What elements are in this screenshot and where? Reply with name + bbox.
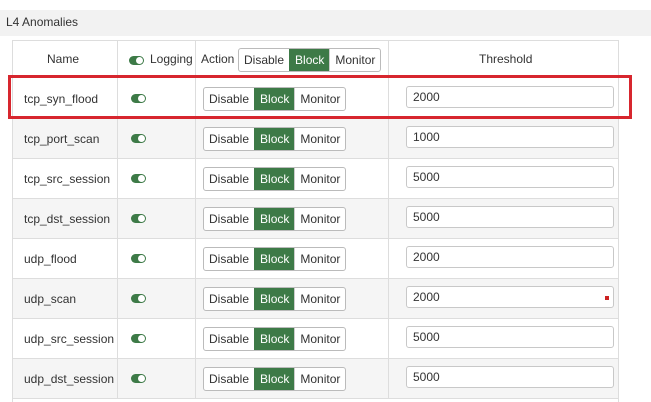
table-header-row: Name Logging Action Disable Block Monito… — [13, 41, 618, 81]
threshold-input[interactable]: 1000 — [406, 126, 614, 148]
action-toggle[interactable]: Disable Block Monitor — [203, 367, 347, 391]
row-name: udp_flood — [24, 252, 77, 266]
logging-toggle[interactable] — [131, 134, 146, 143]
action-block[interactable]: Block — [254, 208, 295, 230]
row-name: tcp_src_session — [24, 172, 111, 186]
table-row: tcp_syn_flood Disable Block Monitor 2000 — [13, 79, 618, 119]
action-all-block[interactable]: Block — [289, 49, 330, 71]
action-disable[interactable]: Disable — [204, 248, 254, 270]
action-disable[interactable]: Disable — [204, 288, 254, 310]
logging-toggle[interactable] — [131, 174, 146, 183]
logging-toggle[interactable] — [131, 294, 146, 303]
action-monitor[interactable]: Monitor — [294, 328, 345, 350]
action-toggle[interactable]: Disable Block Monitor — [203, 207, 347, 231]
threshold-input[interactable]: 2000 — [406, 246, 614, 268]
row-name: udp_dst_session — [24, 372, 115, 386]
action-disable[interactable]: Disable — [204, 328, 254, 350]
logging-toggle-all[interactable] — [129, 56, 144, 65]
action-block[interactable]: Block — [254, 88, 295, 110]
table-row: udp_src_session Disable Block Monitor 50… — [13, 319, 618, 359]
row-name: tcp_syn_flood — [24, 92, 99, 106]
table-row: tcp_src_session Disable Block Monitor 50… — [13, 159, 618, 199]
action-block[interactable]: Block — [254, 168, 295, 190]
threshold-input[interactable]: 5000 — [406, 206, 614, 228]
header-threshold: Threshold — [479, 52, 533, 66]
header-action: Action — [201, 52, 235, 66]
action-block[interactable]: Block — [254, 248, 295, 270]
table-row: udp_dst_session Disable Block Monitor 50… — [13, 359, 618, 399]
threshold-input[interactable]: 5000 — [406, 166, 614, 188]
logging-toggle[interactable] — [131, 94, 146, 103]
table-row: udp_flood Disable Block Monitor 2000 — [13, 239, 618, 279]
action-disable[interactable]: Disable — [204, 88, 254, 110]
row-name: tcp_port_scan — [24, 132, 100, 146]
row-name: tcp_dst_session — [24, 212, 111, 226]
action-monitor[interactable]: Monitor — [294, 288, 345, 310]
header-logging: Logging — [150, 52, 193, 66]
action-toggle[interactable]: Disable Block Monitor — [203, 327, 347, 351]
action-disable[interactable]: Disable — [204, 128, 254, 150]
logging-toggle[interactable] — [131, 214, 146, 223]
action-monitor[interactable]: Monitor — [294, 368, 345, 390]
error-marker — [605, 296, 609, 300]
action-disable[interactable]: Disable — [204, 368, 254, 390]
action-disable[interactable]: Disable — [204, 168, 254, 190]
threshold-input[interactable]: 2000 — [406, 86, 614, 108]
action-block[interactable]: Block — [254, 328, 295, 350]
action-monitor[interactable]: Monitor — [294, 128, 345, 150]
threshold-input[interactable]: 5000 — [406, 366, 614, 388]
action-toggle[interactable]: Disable Block Monitor — [203, 127, 347, 151]
threshold-input[interactable]: 2000 — [406, 286, 614, 308]
table-row: tcp_port_scan Disable Block Monitor 1000 — [13, 119, 618, 159]
logging-toggle[interactable] — [131, 334, 146, 343]
logging-toggle[interactable] — [131, 254, 146, 263]
action-block[interactable]: Block — [254, 288, 295, 310]
section-title: L4 Anomalies — [6, 15, 79, 29]
header-name: Name — [47, 52, 80, 66]
action-block[interactable]: Block — [254, 128, 295, 150]
row-name: udp_scan — [24, 292, 77, 306]
action-all-disable[interactable]: Disable — [239, 49, 289, 71]
action-toggle[interactable]: Disable Block Monitor — [203, 247, 347, 271]
action-block[interactable]: Block — [254, 368, 295, 390]
action-all-monitor[interactable]: Monitor — [329, 49, 380, 71]
action-toggle[interactable]: Disable Block Monitor — [203, 287, 347, 311]
logging-toggle[interactable] — [131, 374, 146, 383]
table-row: tcp_dst_session Disable Block Monitor 50… — [13, 199, 618, 239]
anomalies-table: Name Logging Action Disable Block Monito… — [12, 40, 619, 402]
action-monitor[interactable]: Monitor — [294, 88, 345, 110]
action-toggle[interactable]: Disable Block Monitor — [203, 167, 347, 191]
action-monitor[interactable]: Monitor — [294, 168, 345, 190]
threshold-input[interactable]: 5000 — [406, 326, 614, 348]
action-toggle[interactable]: Disable Block Monitor — [203, 87, 347, 111]
action-toggle-all[interactable]: Disable Block Monitor — [238, 48, 382, 72]
action-monitor[interactable]: Monitor — [294, 208, 345, 230]
action-disable[interactable]: Disable — [204, 208, 254, 230]
table-row: udp_scan Disable Block Monitor 2000 — [13, 279, 618, 319]
section-header: L4 Anomalies — [0, 10, 651, 36]
action-monitor[interactable]: Monitor — [294, 248, 345, 270]
row-name: udp_src_session — [24, 332, 115, 346]
